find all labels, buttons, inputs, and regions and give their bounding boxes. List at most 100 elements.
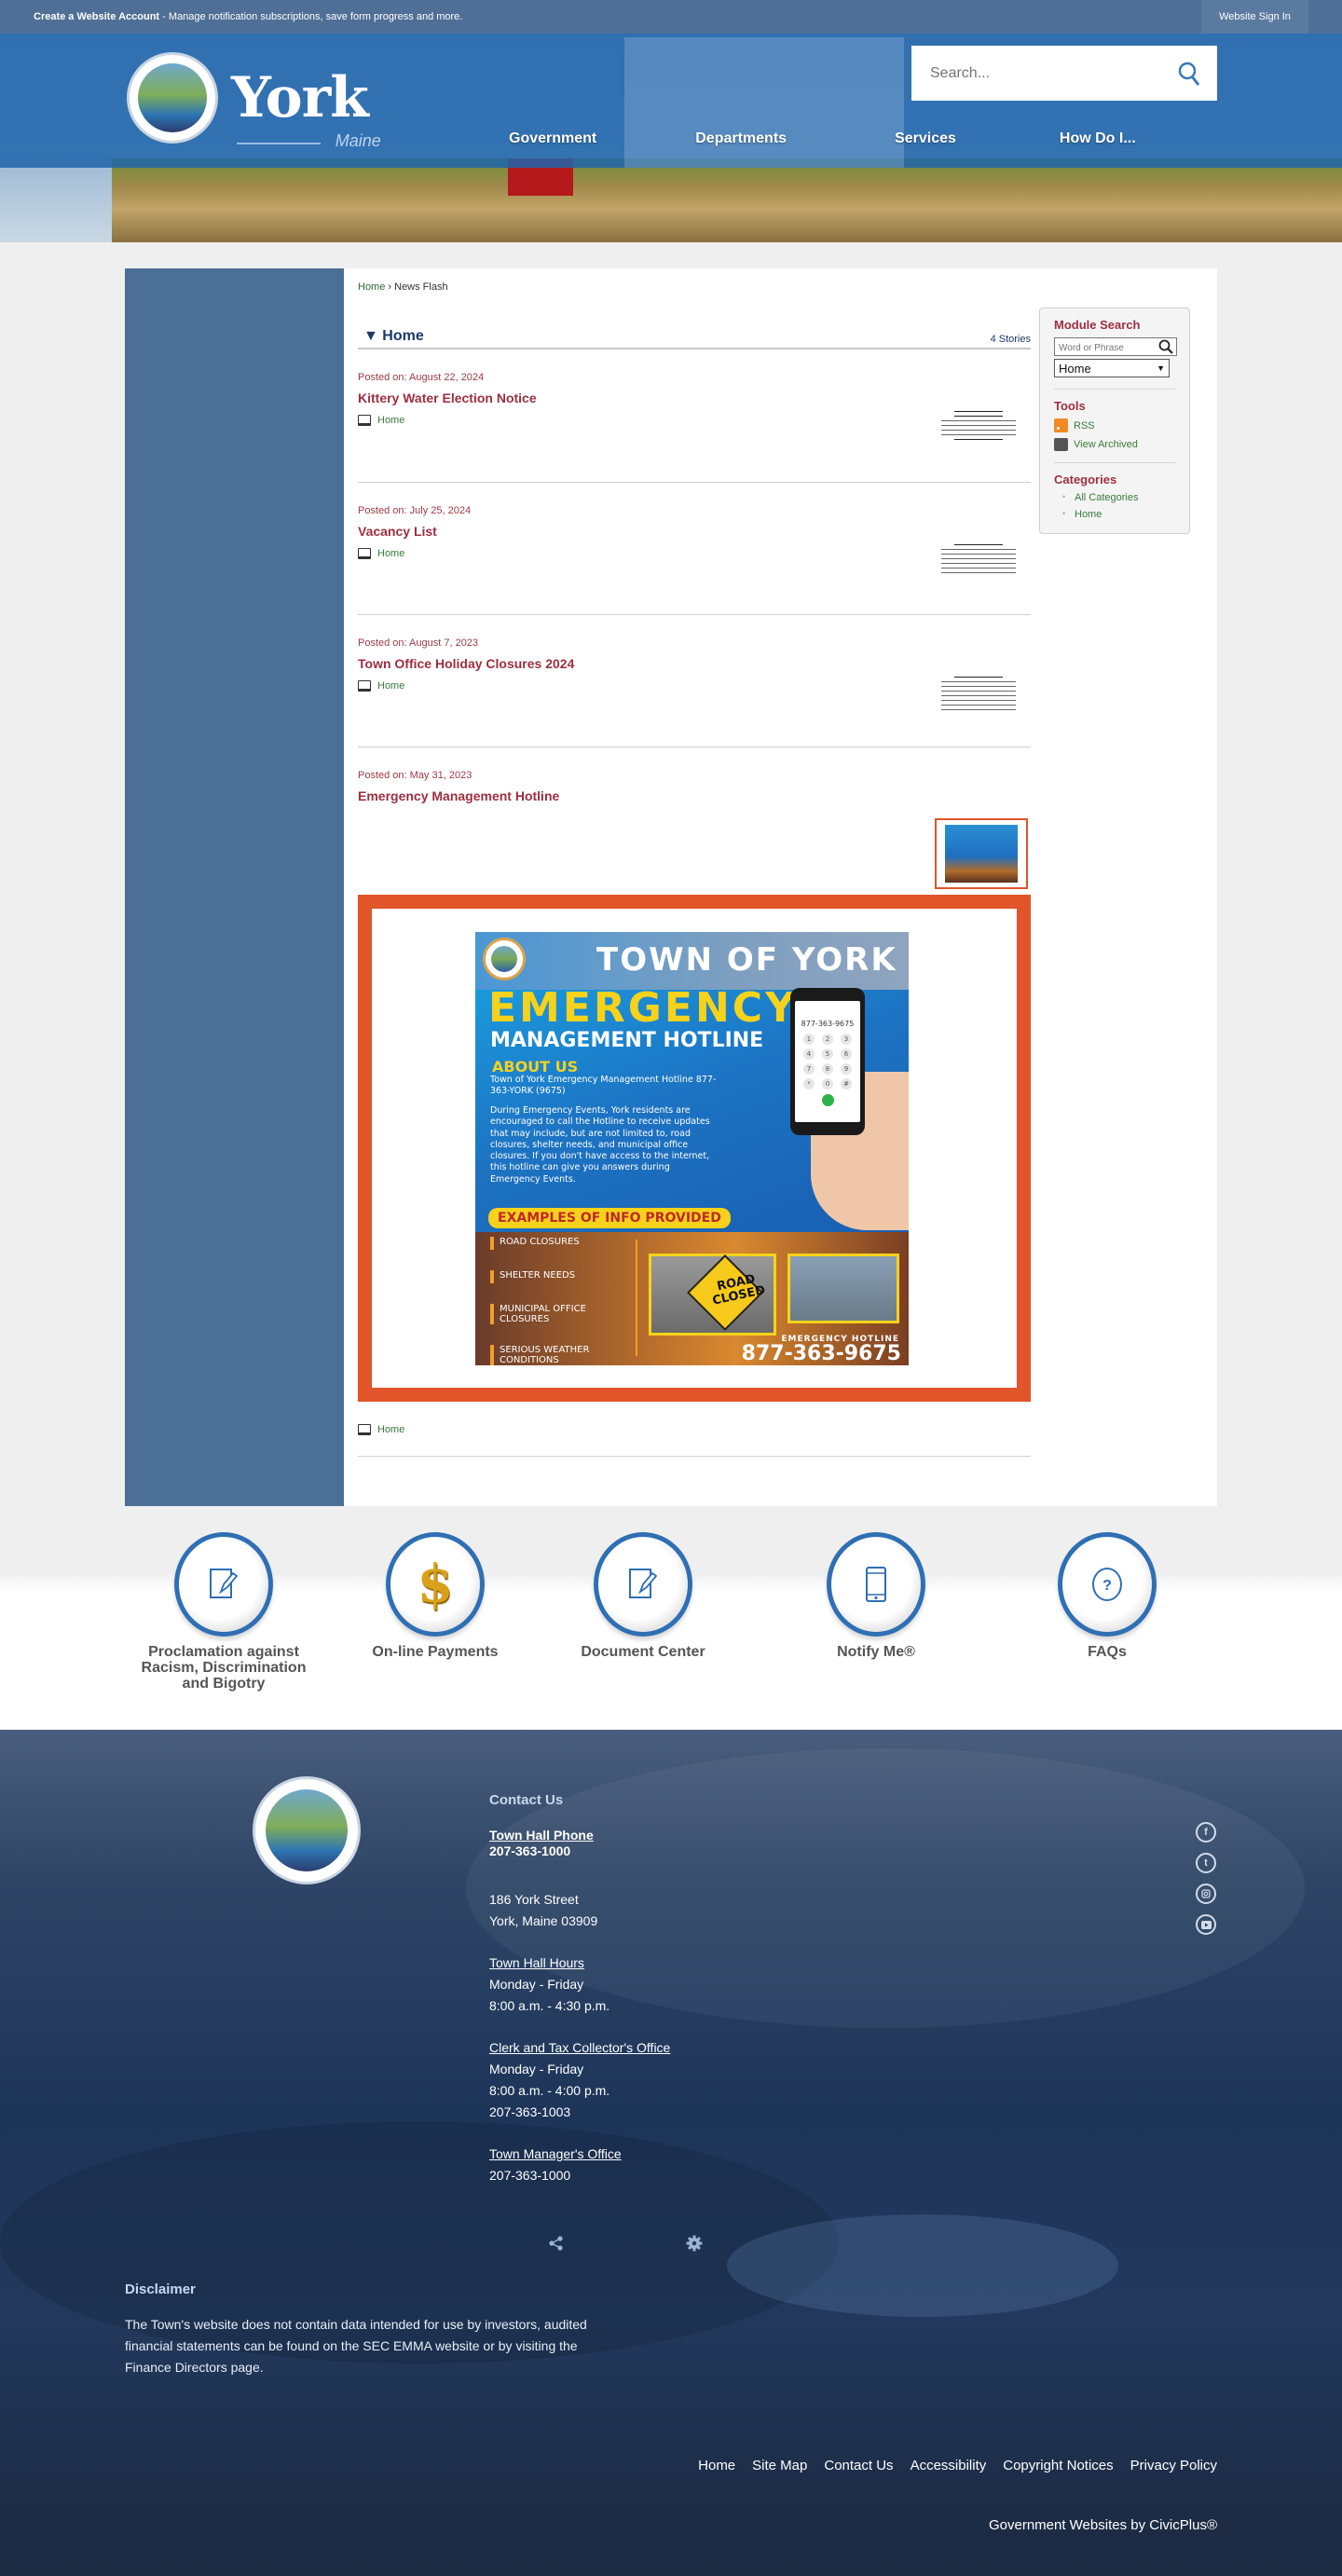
footer-link-accessibility[interactable]: Accessibility: [911, 2458, 987, 2473]
instagram-icon[interactable]: [1196, 1884, 1216, 1904]
footer-link-home[interactable]: Home: [698, 2458, 735, 2473]
gear-icon[interactable]: [686, 2235, 703, 2252]
category-title: Home: [382, 328, 424, 344]
category-link-home[interactable]: Home: [1075, 509, 1102, 520]
news-thumbnail[interactable]: [935, 818, 1028, 889]
facebook-icon[interactable]: f: [1196, 1822, 1216, 1843]
news-category-link[interactable]: Home: [377, 415, 404, 426]
news-flash-main: Home › News Flash ▼ Home 4 Stories Poste…: [344, 268, 1034, 1506]
site-search-input[interactable]: [930, 64, 1163, 82]
quicklink-notify-me[interactable]: Notify Me®: [783, 1532, 969, 1660]
quicklink-label: FAQs: [1088, 1644, 1127, 1660]
town-hall-days: Monday - Friday: [489, 1977, 584, 1992]
content-area: Home › News Flash ▼ Home 4 Stories Poste…: [125, 268, 1217, 1506]
town-manager-link[interactable]: Town Manager's Office: [489, 2144, 670, 2165]
twitter-icon[interactable]: t: [1196, 1853, 1216, 1873]
main-navigation: Government Departments Services How Do I…: [509, 130, 1136, 147]
search-icon[interactable]: [1176, 60, 1204, 88]
category-link-all[interactable]: All Categories: [1075, 492, 1138, 503]
footer-link-site-map[interactable]: Site Map: [752, 2458, 807, 2473]
town-hall-phone-link[interactable]: Town Hall Phone: [489, 1828, 670, 1843]
clerk-phone: 207-363-1003: [489, 2104, 571, 2119]
clerk-office-link[interactable]: Clerk and Tax Collector's Office: [489, 2037, 670, 2059]
disclaimer-text: The Town's website does not contain data…: [125, 2317, 587, 2375]
quicklink-online-payments[interactable]: $ On-line Payments: [342, 1532, 528, 1660]
phone-keypad: 123 456 789 * 0 #: [795, 1028, 860, 1089]
youtube-icon[interactable]: [1196, 1914, 1216, 1935]
nav-departments[interactable]: Departments: [695, 130, 787, 147]
category-book-icon: [358, 1424, 371, 1435]
quicklink-document-center[interactable]: Document Center: [550, 1532, 736, 1660]
chevron-down-icon: ▼: [1157, 363, 1165, 373]
category-book-icon: [358, 548, 371, 559]
news-thumbnail[interactable]: [936, 541, 1021, 593]
news-title-link[interactable]: Town Office Holiday Closures 2024: [358, 656, 1031, 671]
module-search-input[interactable]: [1055, 339, 1152, 357]
view-archived-link[interactable]: View Archived: [1074, 439, 1138, 450]
category-toggle[interactable]: ▼ Home: [363, 328, 424, 345]
module-search-title: Module Search: [1054, 318, 1141, 332]
nav-services[interactable]: Services: [895, 130, 956, 147]
divider: [1054, 389, 1175, 390]
category-book-icon: [358, 680, 371, 692]
svg-text:?: ?: [1102, 1578, 1112, 1594]
civicplus-credit-link[interactable]: Government Websites by CivicPlus®: [989, 2517, 1217, 2533]
module-panel: Module Search Home ▼ Tools RSS: [1039, 308, 1190, 534]
categories-title: Categories: [1054, 473, 1117, 486]
site-logo[interactable]: York Maine: [127, 52, 381, 150]
news-thumbnail[interactable]: [936, 673, 1021, 729]
emergency-hotline-flyer[interactable]: TOWN OF YORK EMERGENCY MANAGEMENT HOTLIN…: [475, 932, 909, 1365]
nav-government[interactable]: Government: [509, 130, 596, 147]
news-category-link[interactable]: Home: [377, 1424, 404, 1435]
flyer-about-heading: ABOUT US: [492, 1058, 579, 1076]
footer-town-seal-icon[interactable]: [253, 1776, 361, 1884]
lighthouse-image: [624, 37, 904, 168]
top-utility-bar: Create a Website Account - Manage notifi…: [0, 0, 1342, 34]
news-thumbnail[interactable]: [936, 407, 1021, 458]
story-count: 4 Stories: [990, 334, 1031, 345]
document-edit-icon: [210, 1569, 239, 1598]
news-category-link[interactable]: Home: [377, 548, 404, 559]
news-date: Posted on: August 7, 2023: [358, 637, 479, 649]
news-date: Posted on: May 31, 2023: [358, 770, 472, 781]
quicklink-faqs[interactable]: ? FAQs: [1014, 1532, 1200, 1660]
search-icon[interactable]: [1158, 339, 1173, 354]
share-icon[interactable]: [548, 2235, 565, 2252]
town-manager-phone: 207-363-1000: [489, 2168, 571, 2183]
site-footer: Contact Us Town Hall Phone 207-363-1000 …: [0, 1730, 1342, 2576]
flyer-example-item: SERIOUS WEATHER CONDITIONS: [490, 1345, 630, 1365]
news-title-link[interactable]: Emergency Management Hotline: [358, 788, 1031, 803]
site-search: [911, 46, 1217, 101]
rss-link[interactable]: RSS: [1074, 420, 1095, 432]
flyer-seal-icon: [483, 938, 526, 980]
category-book-icon: [358, 415, 371, 426]
dollar-icon: $: [417, 1554, 454, 1615]
categories-list: All Categories Home: [1054, 492, 1175, 520]
flyer-management-title: MANAGEMENT HOTLINE: [490, 1029, 764, 1052]
flooded-street-image: [787, 1254, 899, 1323]
category-select[interactable]: Home ▼: [1054, 359, 1170, 377]
news-date: Posted on: August 22, 2024: [358, 372, 485, 383]
footer-link-copyright[interactable]: Copyright Notices: [1003, 2458, 1113, 2473]
brand-subtitle: Maine: [335, 131, 381, 150]
footer-link-privacy[interactable]: Privacy Policy: [1130, 2458, 1217, 2473]
news-title-link[interactable]: Kittery Water Election Notice: [358, 391, 1031, 405]
phone-screen-number: 877-363-9675: [801, 1020, 855, 1028]
town-hall-hours-link[interactable]: Town Hall Hours: [489, 1953, 670, 1974]
create-account-link[interactable]: Create a Website Account - Manage notifi…: [34, 11, 462, 22]
quicklink-proclamation[interactable]: Proclamation against Racism, Discriminat…: [130, 1532, 317, 1692]
tool-rss: RSS: [1054, 418, 1175, 432]
news-category: Home: [358, 1424, 1031, 1435]
category-item: All Categories: [1054, 492, 1175, 503]
flyer-example-item: SHELTER NEEDS: [490, 1270, 630, 1283]
website-sign-in-button[interactable]: Website Sign In: [1201, 0, 1308, 34]
news-category-link[interactable]: Home: [377, 680, 404, 692]
nav-how-do-i[interactable]: How Do I...: [1060, 130, 1136, 147]
quicklink-label: Proclamation against Racism, Discriminat…: [141, 1644, 307, 1692]
news-item: Posted on: August 22, 2024 Kittery Water…: [358, 349, 1031, 483]
breadcrumb-home[interactable]: Home: [358, 281, 385, 293]
address-line-1: 186 York Street: [489, 1892, 579, 1907]
content-wrapper: Home › News Flash ▼ Home 4 Stories Poste…: [0, 242, 1342, 1506]
footer-link-contact-us[interactable]: Contact Us: [824, 2458, 893, 2473]
news-title-link[interactable]: Vacancy List: [358, 524, 1031, 539]
